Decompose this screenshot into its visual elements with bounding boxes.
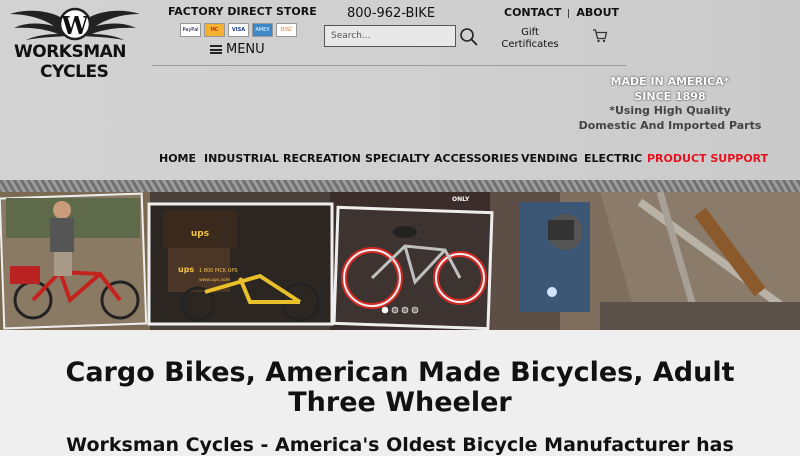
logo-wordmark-top: WORKSMAN — [14, 42, 127, 62]
payment-methods: PayPal MC VISA AMEX DISC — [180, 23, 297, 37]
nav-vending[interactable]: VENDING — [521, 152, 578, 165]
header-divider — [152, 65, 626, 66]
about-link[interactable]: ABOUT — [576, 6, 619, 19]
slider-dot[interactable] — [391, 306, 399, 314]
search-button[interactable] — [459, 27, 479, 47]
cart-button[interactable] — [592, 28, 608, 44]
contact-link[interactable]: CONTACT — [504, 6, 561, 19]
nav-specialty[interactable]: SPECIALTY — [365, 152, 430, 165]
factory-direct-label: FACTORY DIRECT STORE — [168, 5, 317, 18]
gift-label-line1: Gift — [521, 27, 539, 38]
photo-welder — [520, 192, 800, 330]
tagline-parts: Domestic And Imported Parts — [578, 118, 762, 132]
tagline-note: *Using High Quality — [609, 104, 731, 117]
page-title: Cargo Bikes, American Made Bicycles, Adu… — [65, 357, 735, 418]
hero-banner: ups ups 1 800 PICK UPS www.ups.com ONLY — [0, 192, 800, 330]
visa-icon: VISA — [228, 23, 249, 37]
photo-red-trike — [0, 192, 148, 330]
photo-ups-cargo-trike: ups ups 1 800 PICK UPS www.ups.com — [147, 202, 334, 326]
slider-dot[interactable] — [381, 306, 389, 314]
sign-only: ONLY — [452, 196, 470, 203]
search-icon — [460, 28, 478, 46]
ups-box-phone: 1 800 PICK UPS — [199, 268, 238, 274]
slider-dot[interactable] — [401, 306, 409, 314]
site-header: W WORKSMAN CYCLES FACTORY DIRECT STORE P… — [0, 0, 800, 180]
mastercard-icon: MC — [204, 23, 225, 37]
paypal-icon: PayPal — [180, 23, 201, 37]
site-logo[interactable]: W WORKSMAN CYCLES — [8, 6, 142, 82]
made-in-america-tagline: MADE IN AMERICA* SINCE 1898 *Using High … — [560, 75, 780, 133]
ups-logo-box: ups — [178, 265, 194, 274]
hero-collage: ups ups 1 800 PICK UPS www.ups.com ONLY — [0, 192, 800, 330]
search-input[interactable] — [324, 25, 456, 47]
nav-industrial[interactable]: INDUSTRIAL — [204, 152, 279, 165]
discover-icon: DISC — [276, 23, 297, 37]
top-links: CONTACT ABOUT — [504, 6, 619, 19]
tagline-since: SINCE 1898 — [634, 89, 706, 103]
amex-icon: AMEX — [252, 23, 273, 37]
tagline-made-in-america: MADE IN AMERICA* — [610, 75, 730, 88]
svg-text:W: W — [61, 11, 90, 40]
gift-certificates-link[interactable]: Gift Certificates — [500, 27, 560, 51]
nav-accessories[interactable]: ACCESSORIES — [434, 152, 519, 165]
cart-icon — [593, 29, 608, 43]
nav-home[interactable]: HOME — [159, 152, 196, 165]
ups-logo-top: ups — [191, 229, 209, 239]
hamburger-icon — [210, 45, 222, 54]
page-subtitle: Worksman Cycles - America's Oldest Bicyc… — [66, 434, 734, 456]
phone-number[interactable]: 800-962-BIKE — [347, 6, 435, 21]
nav-recreation[interactable]: RECREATION — [283, 152, 361, 165]
gift-label-line2: Certificates — [501, 39, 559, 50]
menu-button[interactable]: MENU — [210, 42, 265, 57]
link-divider — [568, 8, 570, 18]
logo-wordmark-bottom: CYCLES — [40, 62, 109, 82]
menu-label: MENU — [226, 42, 265, 57]
ups-box-url: www.ups.com — [199, 278, 230, 283]
winged-wheel-logo-icon: W — [10, 7, 140, 41]
main-content: Cargo Bikes, American Made Bicycles, Adu… — [0, 330, 800, 456]
slider-dot[interactable] — [411, 306, 419, 314]
nav-product-support[interactable]: PRODUCT SUPPORT — [647, 152, 768, 165]
nav-electric[interactable]: ELECTRIC — [584, 152, 642, 165]
